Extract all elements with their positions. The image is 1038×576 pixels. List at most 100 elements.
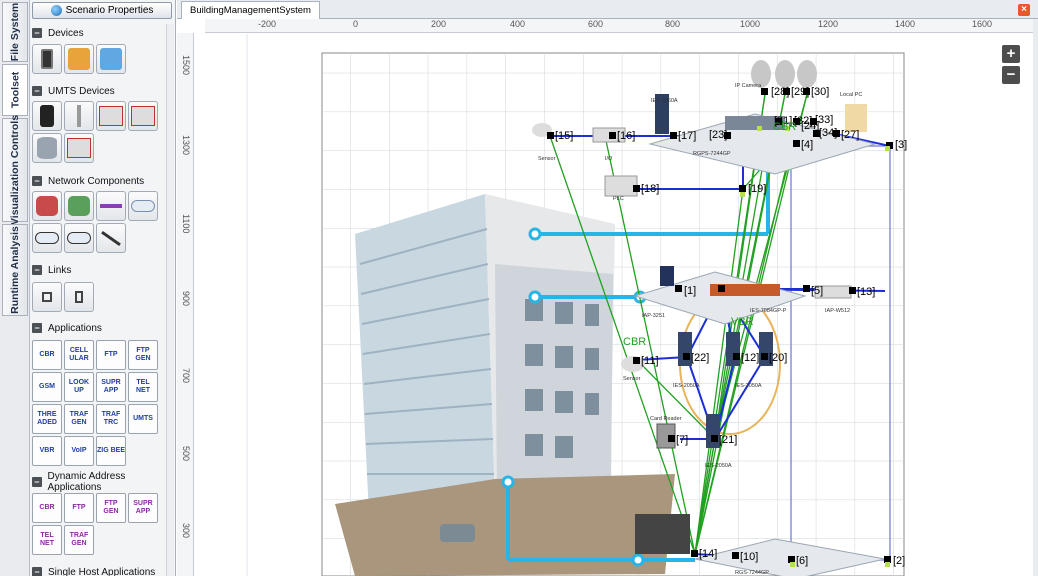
node-label: [13] (857, 286, 875, 298)
cloud-tool[interactable] (128, 191, 158, 221)
collapse-icon[interactable]: − (32, 86, 42, 96)
app-traf-gen[interactable]: TRAF GEN (64, 404, 94, 434)
hub-icon (68, 48, 90, 70)
dyn-app-ftp[interactable]: FTP (64, 493, 94, 523)
section-umts[interactable]: − UMTS Devices (32, 84, 115, 98)
cloud-icon (67, 232, 91, 244)
app-telnet[interactable]: TEL NET (128, 372, 158, 402)
tab-building-management-system[interactable]: BuildingManagementSystem (181, 1, 320, 19)
device-label: Sensor (538, 156, 556, 162)
app-supr-app[interactable]: SUPR APP (96, 372, 126, 402)
satellite-cloud-tool[interactable] (64, 223, 94, 253)
umts-nodeb-tool[interactable] (64, 101, 94, 131)
app-voip[interactable]: VoIP (64, 436, 94, 466)
ruler-label: 1100 (181, 214, 191, 234)
app-umts[interactable]: UMTS (128, 404, 158, 434)
wired-link-icon (42, 292, 52, 302)
app-cbr[interactable]: CBR (32, 340, 62, 370)
antenna-icon (101, 230, 121, 246)
sgsn-icon (131, 106, 155, 126)
section-devices[interactable]: − Devices (32, 26, 84, 40)
node-label: [21] (719, 434, 737, 446)
node-label: [5] (811, 285, 823, 297)
collapse-icon[interactable]: − (32, 323, 42, 333)
vertical-ruler: 1500 1300 1100 900 700 500 300 (177, 33, 194, 576)
tab-file-system[interactable]: File System (2, 2, 28, 62)
tab-file-system-label: File System (9, 2, 21, 62)
tab-toolset[interactable]: Toolset (2, 64, 28, 116)
app-threaded[interactable]: THRE ADED (32, 404, 62, 434)
app-lookup[interactable]: LOOK UP (64, 372, 94, 402)
umts-sgsn-tool[interactable] (128, 101, 158, 131)
link-tool[interactable] (96, 191, 126, 221)
ruler-label: 1200 (818, 19, 839, 29)
umts-rnc-tool[interactable] (96, 101, 126, 131)
wireless-link-tool[interactable] (64, 282, 94, 312)
device-label: RGPS-7244GP (693, 151, 731, 157)
collapse-icon[interactable]: − (32, 176, 42, 186)
ruler-label: 500 (181, 446, 191, 462)
node-label: [16] (617, 130, 635, 142)
app-cellular[interactable]: CELL ULAR (64, 340, 94, 370)
device-label: IES-2050A (673, 383, 700, 389)
antenna-tool[interactable] (96, 223, 126, 253)
dyn-app-ftp-gen[interactable]: FTP GEN (96, 493, 126, 523)
section-links[interactable]: − Links (32, 263, 71, 277)
device-label: PLC (613, 196, 624, 202)
switch-tool[interactable] (96, 44, 126, 74)
app-vbr[interactable]: VBR (32, 436, 62, 466)
section-dynamic-address-apps[interactable]: − Dynamic Address Applications (32, 471, 175, 493)
collapse-icon[interactable]: − (32, 28, 42, 38)
section-network-components[interactable]: − Network Components (32, 174, 144, 188)
tab-visualization-controls[interactable]: Visualization Controls (2, 115, 28, 225)
close-icon[interactable]: × (1018, 4, 1030, 16)
panel-scrollbar[interactable] (166, 24, 174, 576)
zoom-out-button[interactable]: − (1002, 66, 1020, 84)
hub-tool[interactable] (64, 44, 94, 74)
toolset-panel: Scenario Properties − Devices − UMTS Devic… (30, 0, 176, 576)
dyn-app-traf-gen[interactable]: TRAF GEN (64, 525, 94, 555)
device-label: IES-1060A (651, 98, 678, 104)
wireless-cloud-tool[interactable] (32, 223, 62, 253)
tab-runtime-analysis[interactable]: Runtime Analysis (2, 224, 28, 316)
umts-ue-tool[interactable] (32, 101, 62, 131)
node-label: [22] (691, 352, 709, 364)
dyn-app-telnet[interactable]: TEL NET (32, 525, 62, 555)
tab-toolset-label: Toolset (9, 71, 21, 109)
umts-ggsn-tool[interactable] (64, 133, 94, 163)
section-single-host-apps[interactable]: − Single Host Applications (32, 565, 155, 576)
app-zigbee[interactable]: ZIG BEE (96, 436, 126, 466)
collapse-icon[interactable]: − (32, 567, 42, 576)
ruler-label: 600 (588, 19, 604, 29)
section-applications[interactable]: − Applications (32, 321, 102, 335)
ruler-label: 400 (510, 19, 526, 29)
node-label: [18] (641, 183, 659, 195)
router-tool[interactable] (32, 191, 62, 221)
device-label: RGS-7244GP (735, 570, 769, 576)
horizontal-ruler: -200 0 200 400 600 800 1000 1200 1400 16… (205, 19, 1038, 33)
ruler-label: 200 (431, 19, 447, 29)
collapse-icon[interactable]: − (32, 265, 42, 275)
umts-hlr-tool[interactable] (32, 133, 62, 163)
router-green-tool[interactable] (64, 191, 94, 221)
dyn-app-cbr[interactable]: CBR (32, 493, 62, 523)
app-traf-trc[interactable]: TRAF TRC (96, 404, 126, 434)
section-links-label: Links (48, 264, 72, 276)
wireless-link-icon (75, 291, 83, 303)
ggsn-icon (67, 138, 91, 158)
scenario-canvas[interactable]: IP Camera Local PC IES-1060A RGPS-7244GP… (195, 34, 1038, 576)
device-tool[interactable] (32, 44, 62, 74)
zoom-in-button[interactable]: + (1002, 45, 1020, 63)
node-label: [30] (811, 86, 829, 98)
collapse-icon[interactable]: − (32, 477, 42, 487)
scenario-properties-button[interactable]: Scenario Properties (32, 2, 172, 19)
right-scroll-edge[interactable] (1033, 19, 1038, 576)
wired-link-tool[interactable] (32, 282, 62, 312)
dyn-app-supr-app[interactable]: SUPR APP (128, 493, 158, 523)
app-ftp-gen[interactable]: FTP GEN (128, 340, 158, 370)
app-gsm[interactable]: GSM (32, 372, 62, 402)
cloud-icon (131, 200, 155, 212)
app-ftp[interactable]: FTP (96, 340, 126, 370)
node-label: [28] (771, 86, 789, 98)
device-label: IES-7084GP-P (750, 308, 787, 314)
